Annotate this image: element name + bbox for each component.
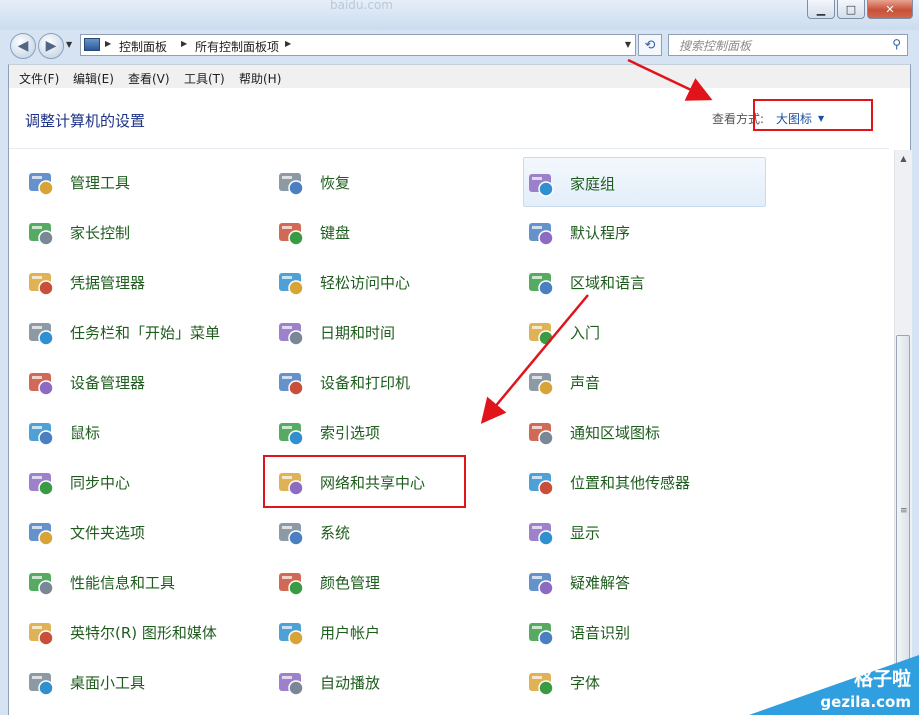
arrow-to-view: [627, 58, 713, 101]
arrow-to-network: [480, 294, 589, 424]
watermark-text: 格子啦: [853, 668, 911, 690]
annotation-arrows: [480, 58, 713, 424]
watermark-url: gezila.com: [820, 693, 911, 711]
